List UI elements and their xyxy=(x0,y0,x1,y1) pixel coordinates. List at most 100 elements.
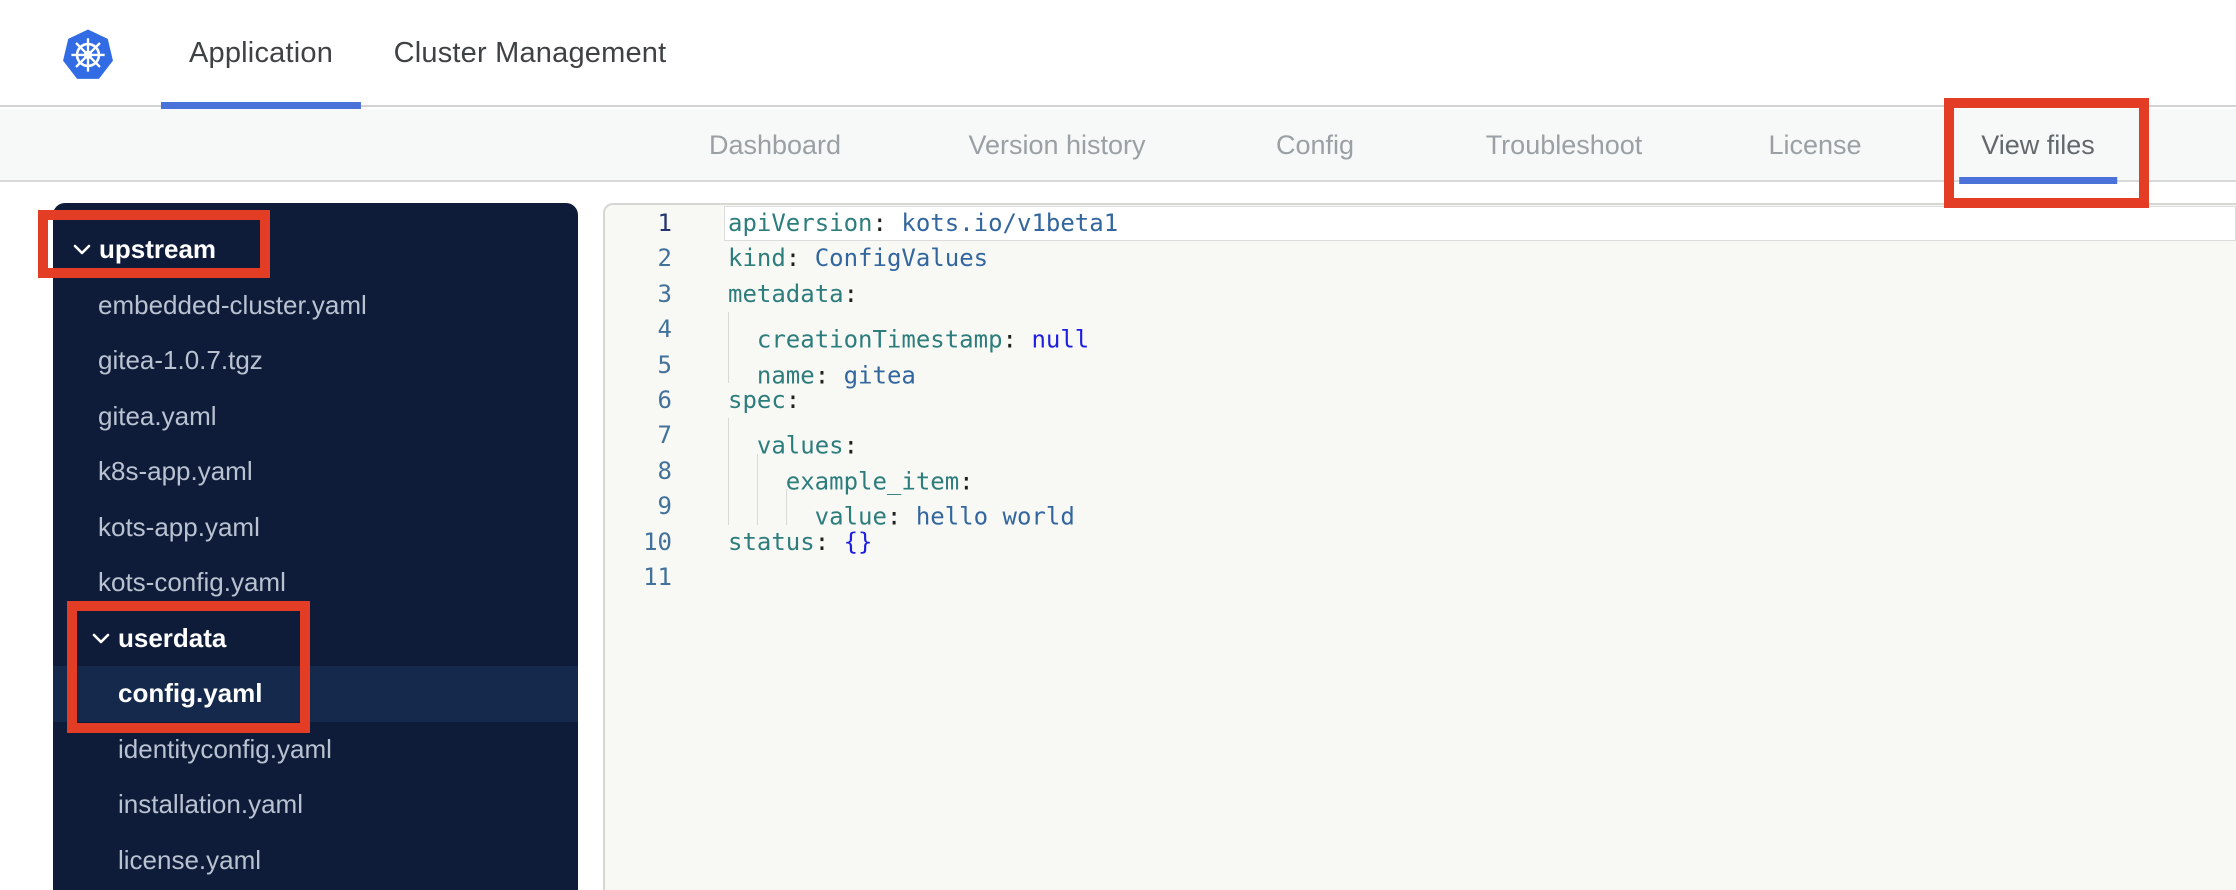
tree-item-gitea-1-0-7-tgz[interactable]: gitea-1.0.7.tgz xyxy=(53,333,578,389)
gutter-spacer xyxy=(672,383,724,418)
tree-item-kots-config-yaml[interactable]: kots-config.yaml xyxy=(53,555,578,611)
gutter-spacer xyxy=(672,312,724,347)
code-line-6[interactable]: 6 spec: xyxy=(605,383,2236,418)
kubernetes-logo-icon xyxy=(62,28,114,84)
code-line-2[interactable]: 2 kind: ConfigValues xyxy=(605,241,2236,276)
subnav-tab-license[interactable]: License xyxy=(1746,109,1883,182)
code-text: name: gitea xyxy=(724,347,2236,389)
gutter-spacer xyxy=(672,489,724,524)
tree-item-upstream[interactable]: upstream xyxy=(53,222,578,278)
gutter-spacer xyxy=(672,241,724,276)
token-key: status xyxy=(728,527,815,556)
token-key: spec xyxy=(728,385,786,414)
subnav-tab-label: Troubleshoot xyxy=(1485,130,1643,160)
indent-guide xyxy=(728,347,757,383)
token-punc: : xyxy=(785,385,801,414)
header-tab-label: Cluster Management xyxy=(393,37,667,69)
app-subnav: Dashboard Version history Config Troublesho… xyxy=(0,109,2236,184)
file-label: license.yaml xyxy=(118,844,262,875)
header-tab-application[interactable]: Application xyxy=(160,0,362,109)
subnav-tab-label: View files xyxy=(1981,130,2095,160)
chevron-down-icon xyxy=(92,633,110,644)
yaml-file-viewer[interactable]: 1 apiVersion: kots.io/v1beta1 2 kind: Confi… xyxy=(603,203,2236,890)
subnav-tab-label: Dashboard xyxy=(708,130,842,160)
active-tab-underline xyxy=(1959,177,2117,184)
gutter-spacer xyxy=(672,418,724,453)
header-tab-label: Application xyxy=(188,37,334,69)
chevron-down-icon xyxy=(73,244,91,255)
tree-item-k8s-app-yaml[interactable]: k8s-app.yaml xyxy=(53,444,578,500)
code-text: kind: ConfigValues xyxy=(724,241,2236,276)
file-label: installation.yaml xyxy=(118,789,303,820)
top-header: Application Cluster Management xyxy=(0,0,2236,109)
subnav-tab-dashboard[interactable]: Dashboard xyxy=(687,109,863,182)
subnav-tab-label: Config xyxy=(1275,130,1355,160)
tree-item-identityconfig-yaml[interactable]: identityconfig.yaml xyxy=(53,722,578,778)
token-punc: : xyxy=(843,279,859,308)
subnav-tab-label: License xyxy=(1768,130,1862,160)
gutter-spacer xyxy=(672,454,724,489)
tree-item-userdata[interactable]: userdata xyxy=(53,611,578,667)
file-tree-panel: upstream embedded-cluster.yaml gitea-1.0.7… xyxy=(53,203,578,890)
line-number: 10 xyxy=(643,527,672,556)
line-number: 6 xyxy=(657,385,672,414)
subnav-tab-label: Version history xyxy=(968,130,1146,160)
code-text: metadata: xyxy=(724,277,2236,312)
file-label: gitea.yaml xyxy=(98,400,217,431)
code-text: status: {} xyxy=(724,525,2236,560)
line-number: 11 xyxy=(643,562,672,591)
subnav-tab-config[interactable]: Config xyxy=(1254,109,1376,182)
indent-guide xyxy=(728,489,757,525)
code-line-7[interactable]: 7 values: xyxy=(605,418,2236,460)
code-line-10[interactable]: 10 status: {} xyxy=(605,525,2236,560)
file-label: kots-app.yaml xyxy=(98,511,260,542)
token-key: apiVersion xyxy=(728,209,873,237)
token-punc: : xyxy=(814,527,844,556)
tree-item-gitea-yaml[interactable]: gitea.yaml xyxy=(53,389,578,445)
tree-item-embedded-cluster-yaml[interactable]: embedded-cluster.yaml xyxy=(53,278,578,334)
code-text: apiVersion: kots.io/v1beta1 xyxy=(724,206,2236,242)
indent-guide xyxy=(785,489,815,525)
line-number: 5 xyxy=(657,350,672,379)
token-key: metadata xyxy=(728,279,844,308)
line-number: 7 xyxy=(657,421,672,450)
active-tab-underline xyxy=(160,102,362,109)
token-punc: : xyxy=(785,244,815,273)
token-str: ConfigValues xyxy=(814,244,989,273)
code-line-11[interactable]: 11 xyxy=(605,560,2236,595)
subnav-tab-version-history[interactable]: Version history xyxy=(946,109,1167,182)
gutter-spacer xyxy=(672,560,724,595)
indent-guide xyxy=(728,418,757,454)
code-text: value: hello world xyxy=(724,489,2236,531)
code-line-3[interactable]: 3 metadata: xyxy=(605,277,2236,312)
code-line-1[interactable]: 1 apiVersion: kots.io/v1beta1 xyxy=(605,206,2236,242)
token-kw: {} xyxy=(843,527,873,556)
token-str: kots.io/v1beta1 xyxy=(901,209,1119,237)
gutter-spacer xyxy=(672,206,724,241)
tree-item-license-yaml[interactable]: license.yaml xyxy=(53,833,578,889)
file-label: embedded-cluster.yaml xyxy=(98,289,367,320)
header-tab-cluster-management[interactable]: Cluster Management xyxy=(366,0,695,107)
tree-item-installation-yaml[interactable]: installation.yaml xyxy=(53,777,578,833)
file-label: kots-config.yaml xyxy=(98,567,286,598)
token-key: kind xyxy=(728,244,786,273)
kots-admin-console: Application Cluster Management Dashboard V… xyxy=(0,0,2236,890)
tree-item-config-yaml[interactable]: config.yaml xyxy=(53,666,578,722)
indent-guide xyxy=(728,312,757,348)
code-text: values: xyxy=(724,418,2236,460)
code-text: example_item: xyxy=(724,453,2236,495)
line-number: 9 xyxy=(657,492,672,521)
file-label: gitea-1.0.7.tgz xyxy=(98,345,263,376)
subnav-tab-troubleshoot[interactable]: Troubleshoot xyxy=(1464,109,1665,182)
code-line-5[interactable]: 5 name: gitea xyxy=(605,347,2236,389)
file-label: config.yaml xyxy=(118,678,263,709)
subnav-tab-view-files[interactable]: View files xyxy=(1959,109,2117,184)
code-line-8[interactable]: 8 example_item: xyxy=(605,453,2236,495)
line-number: 4 xyxy=(657,315,672,344)
token-punc: : xyxy=(872,209,902,237)
tree-item-kots-app-yaml[interactable]: kots-app.yaml xyxy=(53,500,578,556)
indent-guide xyxy=(756,453,786,490)
code-line-9[interactable]: 9 value: hello world xyxy=(605,489,2236,531)
code-line-4[interactable]: 4 creationTimestamp: null xyxy=(605,312,2236,354)
